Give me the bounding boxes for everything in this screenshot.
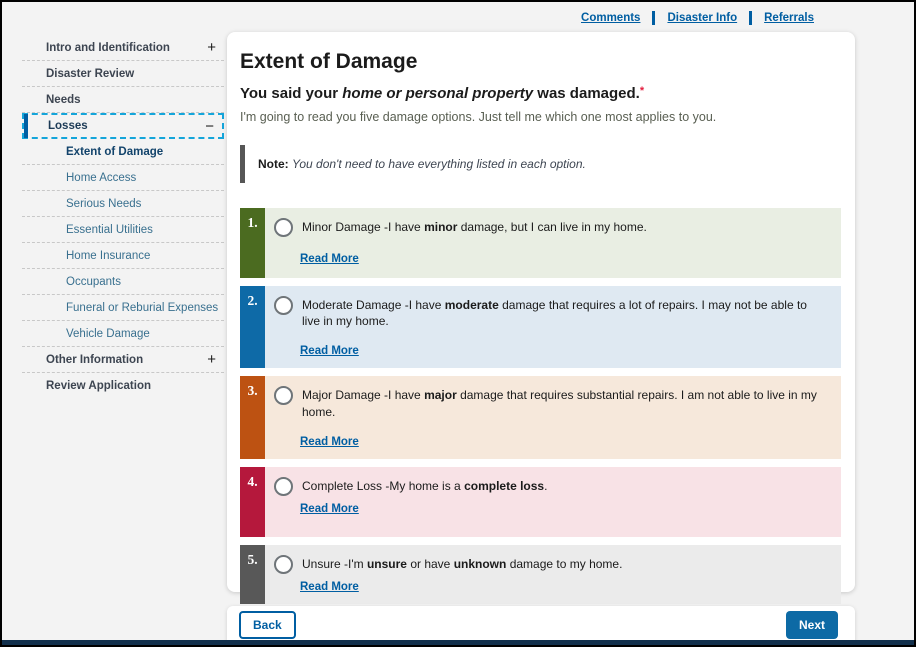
option-row: Major Damage -I have major damage that r… [274,387,827,419]
next-button[interactable]: Next [786,611,838,639]
sidebar-item-label: Intro and Identification [46,42,170,54]
option-row: Moderate Damage -I have moderate damage … [274,297,827,329]
options-list: 1. Minor Damage -I have minor damage, but… [240,208,841,604]
nav-link-referrals[interactable]: Referrals [764,12,814,24]
option-minor-damage: 1. Minor Damage -I have minor damage, but… [240,208,841,278]
radio-button-minor-damage[interactable] [274,218,293,237]
actions-bar: Back Next [227,606,855,643]
note-callout: Note: You don't need to have everything … [240,145,841,183]
sidebar-item-label: Vehicle Damage [66,328,150,340]
radio-button-unsure[interactable] [274,555,293,574]
option-label: Major Damage -I have major damage that r… [302,387,827,419]
option-body: Unsure -I'm unsure or have unknown damag… [265,545,841,604]
sidebar: Intro and Identification + Disaster Review… [22,35,224,399]
question-suffix: was damaged. [533,85,640,102]
option-body: Complete Loss -My home is a complete los… [265,467,841,537]
collapse-icon[interactable]: − [205,119,214,134]
sidebar-item-label: Home Access [66,172,136,184]
helper-text: I'm going to read you five damage option… [240,110,841,124]
expand-icon[interactable]: + [207,352,216,367]
option-complete-loss: 4. Complete Loss -My home is a complete l… [240,467,841,537]
question-text: You said your home or personal property … [240,85,841,102]
option-number: 2. [240,286,265,368]
option-body: Moderate Damage -I have moderate damage … [265,286,841,368]
note-label: Note: [258,157,289,171]
radio-button-major-damage[interactable] [274,386,293,405]
sidebar-item-label: Disaster Review [46,68,134,80]
read-more-link-complete-loss[interactable]: Read More [300,503,359,515]
nav-separator [749,11,752,25]
sidebar-item-label: Review Application [46,380,151,392]
option-number: 4. [240,467,265,537]
note-text: You don't need to have everything listed… [292,157,586,171]
expand-icon[interactable]: + [207,40,216,55]
sidebar-item-label: Essential Utilities [66,224,153,236]
sidebar-item-label: Serious Needs [66,198,141,210]
option-row: Minor Damage -I have minor damage, but I… [274,219,827,237]
required-marker: * [640,85,644,97]
option-moderate-damage: 2. Moderate Damage -I have moderate damag… [240,286,841,368]
sidebar-item-label: Occupants [66,276,121,288]
main-card: Extent of Damage You said your home or p… [227,32,855,592]
read-more-link-minor-damage[interactable]: Read More [300,253,359,265]
read-more-link-moderate-damage[interactable]: Read More [300,345,359,357]
option-major-damage: 3. Major Damage -I have major damage that… [240,376,841,458]
top-nav: Comments Disaster Info Referrals [569,9,826,27]
sidebar-item-review-application[interactable]: Review Application [22,373,224,399]
nav-separator [652,11,655,25]
sidebar-item-label: Funeral or Reburial Expenses [66,302,218,314]
sidebar-item-vehicle-damage[interactable]: Vehicle Damage [22,321,224,347]
option-label: Unsure -I'm unsure or have unknown damag… [302,556,622,572]
app-window: Comments Disaster Info Referrals Intro and… [0,0,916,647]
sidebar-item-label: Home Insurance [66,250,150,262]
option-number: 3. [240,376,265,458]
option-row: Complete Loss -My home is a complete los… [274,478,827,496]
page-title: Extent of Damage [240,50,841,74]
sidebar-item-occupants[interactable]: Occupants [22,269,224,295]
question-prefix: You said your [240,85,342,102]
option-unsure: 5. Unsure -I'm unsure or have unknown dam… [240,545,841,604]
sidebar-item-serious-needs[interactable]: Serious Needs [22,191,224,217]
sidebar-item-funeral-or-reburial-expenses[interactable]: Funeral or Reburial Expenses [22,295,224,321]
option-label: Complete Loss -My home is a complete los… [302,478,547,494]
sidebar-item-label: Extent of Damage [66,146,163,158]
option-number: 1. [240,208,265,278]
sidebar-item-label: Losses [48,120,88,132]
question-emphasis: home or personal property [342,85,533,102]
option-body: Major Damage -I have major damage that r… [265,376,841,458]
sidebar-item-losses[interactable]: Losses − [22,113,224,139]
radio-button-complete-loss[interactable] [274,477,293,496]
sidebar-item-needs[interactable]: Needs [22,87,224,113]
nav-link-comments[interactable]: Comments [581,12,640,24]
footer-bar [2,640,914,645]
back-button[interactable]: Back [239,611,296,639]
sidebar-item-essential-utilities[interactable]: Essential Utilities [22,217,224,243]
sidebar-item-home-insurance[interactable]: Home Insurance [22,243,224,269]
option-number: 5. [240,545,265,604]
read-more-link-unsure[interactable]: Read More [300,581,359,593]
option-label: Minor Damage -I have minor damage, but I… [302,219,647,235]
sidebar-item-label: Other Information [46,354,143,366]
option-body: Minor Damage -I have minor damage, but I… [265,208,841,278]
radio-button-moderate-damage[interactable] [274,296,293,315]
sidebar-item-other-information[interactable]: Other Information + [22,347,224,373]
option-label: Moderate Damage -I have moderate damage … [302,297,827,329]
sidebar-item-disaster-review[interactable]: Disaster Review [22,61,224,87]
nav-link-disaster-info[interactable]: Disaster Info [667,12,737,24]
read-more-link-major-damage[interactable]: Read More [300,436,359,448]
sidebar-item-label: Needs [46,94,81,106]
sidebar-item-home-access[interactable]: Home Access [22,165,224,191]
sidebar-item-extent-of-damage[interactable]: Extent of Damage [22,139,224,165]
sidebar-item-intro-and-identification[interactable]: Intro and Identification + [22,35,224,61]
option-row: Unsure -I'm unsure or have unknown damag… [274,556,827,574]
